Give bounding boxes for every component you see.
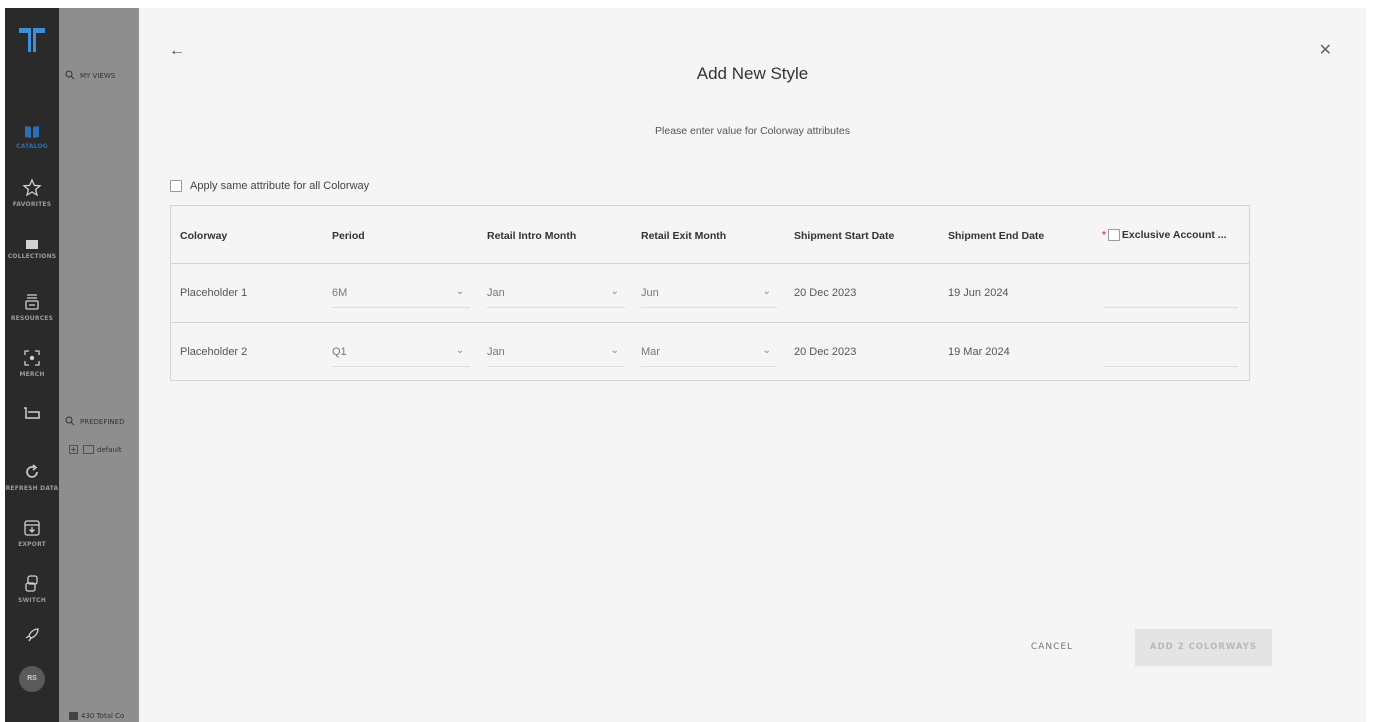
col-retail-intro[interactable]: Retail Intro Month [487, 230, 576, 242]
shipment-end-cell: 19 Jun 2024 [948, 287, 1009, 299]
search-icon [65, 416, 75, 426]
nav-switch[interactable]: SWITCH [5, 574, 59, 604]
nav-merch[interactable]: MERCH [5, 348, 59, 378]
apply-all-row: Apply same attribute for all Colorway [170, 180, 369, 192]
retail-exit-select[interactable]: Jun ⌄ [641, 278, 777, 308]
shipment-start-cell: 20 Dec 2023 [794, 346, 857, 358]
refresh-icon [26, 464, 38, 478]
nav-label: MERCH [19, 371, 45, 378]
grid-header: Colorway Period Retail Intro Month Retai… [171, 206, 1249, 264]
total-count-label: 430 Total Co [81, 712, 125, 720]
retail-intro-value: Jan [487, 287, 505, 299]
my-views-label: MY VIEWS [80, 72, 116, 80]
nav-cart[interactable] [5, 404, 59, 422]
stack-icon [25, 294, 39, 310]
col-period[interactable]: Period [332, 230, 365, 242]
modal-title: Add New Style [696, 64, 809, 83]
chevron-down-icon: ⌄ [610, 345, 619, 356]
add-colorways-button[interactable]: ADD 2 COLORWAYS [1135, 629, 1272, 666]
col-colorway[interactable]: Colorway [180, 230, 227, 242]
folder-icon [26, 240, 38, 249]
chevron-down-icon: ⌄ [610, 286, 619, 297]
required-asterisk: * [1102, 229, 1106, 241]
retail-exit-select[interactable]: Mar ⌄ [641, 337, 777, 367]
nav-label: COLLECTIONS [7, 253, 57, 260]
star-icon [22, 178, 42, 197]
retail-exit-value: Mar [641, 346, 660, 358]
apply-all-checkbox[interactable] [170, 180, 182, 192]
table-row: Placeholder 2 Q1 ⌄ Jan ⌄ Mar ⌄ 20 Dec 20… [171, 323, 1249, 382]
folder-outline-icon [83, 445, 94, 454]
table-row: Placeholder 1 6M ⌄ Jan ⌄ Jun ⌄ 20 Dec 20… [171, 264, 1249, 323]
retail-intro-value: Jan [487, 346, 505, 358]
col-exclusive-account: * Exclusive Account ... [1102, 229, 1227, 241]
chevron-down-icon: ⌄ [762, 286, 771, 297]
app-sidebar: CATALOG FAVORITES COLLECTIONS RESOURCES … [5, 8, 59, 722]
nav-label: RESOURCES [10, 315, 54, 322]
period-select[interactable]: 6M ⌄ [332, 278, 470, 308]
exclusive-account-input[interactable] [1104, 278, 1238, 308]
cart-icon [24, 407, 40, 419]
retail-intro-select[interactable]: Jan ⌄ [487, 278, 625, 308]
app-logo[interactable] [15, 22, 49, 56]
retail-exit-value: Jun [641, 287, 659, 299]
nav-label: EXPORT [18, 541, 46, 548]
nav-collections[interactable]: COLLECTIONS [5, 238, 59, 260]
avatar[interactable]: RS [19, 666, 45, 692]
exclusive-header-checkbox[interactable] [1107, 229, 1120, 241]
colorway-cell: Placeholder 2 [180, 346, 248, 358]
cancel-button[interactable]: CANCEL [1012, 634, 1092, 660]
nav-label: CATALOG [16, 143, 48, 150]
nav-label: REFRESH DATA [5, 485, 59, 492]
nav-resources[interactable]: RESOURCES [5, 292, 59, 322]
download-box-icon [24, 520, 40, 536]
chevron-down-icon: ⌄ [762, 345, 771, 356]
col-retail-exit[interactable]: Retail Exit Month [641, 230, 726, 242]
book-icon [25, 126, 39, 138]
add-style-modal: ← ✕ Add New Style Please enter value for… [139, 8, 1366, 722]
colorway-grid: Colorway Period Retail Intro Month Retai… [170, 205, 1250, 381]
nav-catalog[interactable]: CATALOG [5, 124, 59, 150]
shipment-start-cell: 20 Dec 2023 [794, 287, 857, 299]
chevron-down-icon: ⌄ [455, 345, 464, 356]
rocket-icon [25, 628, 39, 642]
period-value: 6M [332, 287, 348, 299]
background-views-panel: MY VIEWS PREDEFINED default 430 Total Co [59, 8, 139, 722]
col-shipment-end[interactable]: Shipment End Date [948, 230, 1044, 242]
switch-icon [25, 575, 38, 592]
predefined-label: PREDEFINED [80, 418, 125, 426]
nav-favorites[interactable]: FAVORITES [5, 178, 59, 208]
apply-all-label[interactable]: Apply same attribute for all Colorway [190, 180, 369, 192]
exclusive-account-input[interactable] [1104, 337, 1238, 367]
col-exclusive-label[interactable]: Exclusive Account ... [1122, 229, 1227, 241]
nav-label: SWITCH [18, 597, 46, 604]
period-value: Q1 [332, 346, 347, 358]
nav-rocket[interactable] [5, 626, 59, 644]
back-arrow-icon[interactable]: ← [169, 42, 185, 60]
modal-subtitle: Please enter value for Colorway attribut… [655, 125, 850, 137]
shipment-end-cell: 19 Mar 2024 [948, 346, 1010, 358]
expand-icon [69, 445, 78, 454]
col-shipment-start[interactable]: Shipment Start Date [794, 230, 894, 242]
colorway-cell: Placeholder 1 [180, 287, 248, 299]
focus-frame-icon [24, 350, 40, 366]
search-icon [65, 70, 75, 80]
list-icon [69, 712, 78, 720]
nav-export[interactable]: EXPORT [5, 518, 59, 548]
retail-intro-select[interactable]: Jan ⌄ [487, 337, 625, 367]
nav-refresh-data[interactable]: REFRESH DATA [5, 462, 59, 492]
nav-label: FAVORITES [12, 201, 52, 208]
chevron-down-icon: ⌄ [455, 286, 464, 297]
period-select[interactable]: Q1 ⌄ [332, 337, 470, 367]
close-icon[interactable]: ✕ [1319, 40, 1332, 60]
default-view-label: default [97, 446, 122, 454]
